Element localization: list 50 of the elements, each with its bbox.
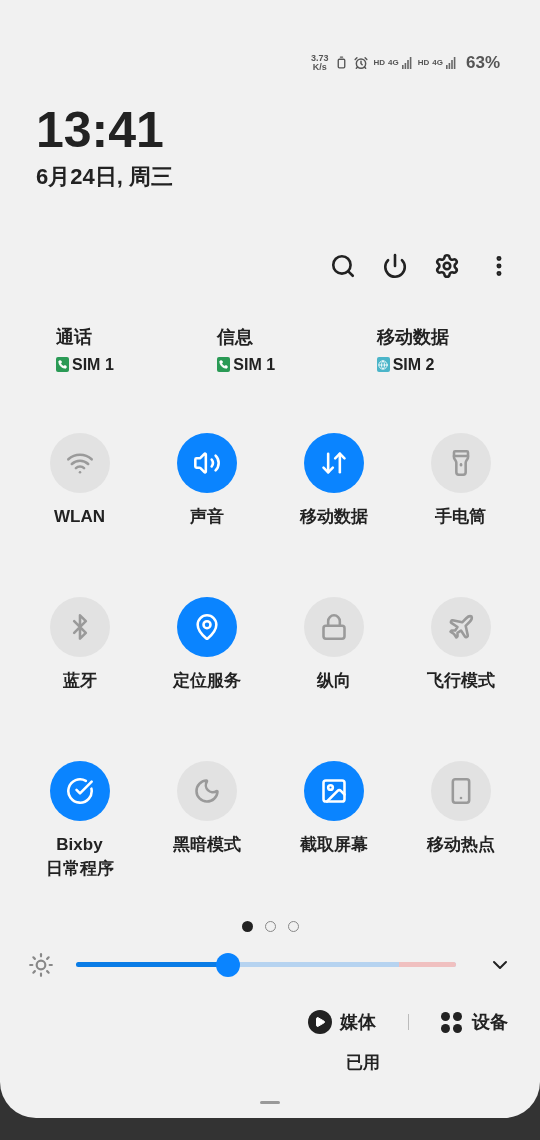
network-type: 4G: [432, 56, 443, 69]
toggle-label: 蓝牙: [62, 669, 97, 692]
toggle-label: Bixby 日常程序: [45, 833, 114, 880]
devices-button[interactable]: 设备: [441, 1008, 508, 1036]
play-icon: [308, 1010, 332, 1034]
brightness-thumb[interactable]: [216, 952, 240, 977]
airplane-icon: [446, 612, 475, 641]
network-type: 4G: [388, 56, 399, 69]
network-speed: 3.73: [310, 53, 329, 63]
network-speed-unit: K/s: [312, 62, 327, 72]
toggle-label: 纵向: [316, 669, 351, 692]
toggle-label: 移动热点: [426, 833, 495, 856]
alarm-icon: [353, 55, 368, 70]
toggle-label: 手电筒: [435, 505, 486, 528]
sim-label: SIM 1: [233, 354, 276, 375]
power-icon[interactable]: [382, 252, 408, 279]
hd-label: HD: [373, 56, 386, 69]
hd-label: HD: [417, 56, 430, 69]
globe-icon: [376, 357, 390, 372]
toggle-label: 定位服务: [172, 669, 241, 692]
signal-icon: [445, 56, 456, 69]
brightness-track[interactable]: [76, 952, 456, 977]
moon-icon: [192, 776, 221, 805]
image-icon: [319, 776, 348, 805]
clock-time: 13:41: [36, 101, 165, 158]
battery-percentage: 63%: [465, 52, 500, 74]
toggle-label: 截取屏幕: [299, 833, 368, 856]
settings-icon[interactable]: [434, 252, 460, 279]
sim-setting-title[interactable]: 通话: [56, 323, 92, 351]
sim-label: SIM 2: [392, 354, 435, 375]
toggle-label: 飞行模式: [426, 669, 495, 692]
lock-icon: [319, 612, 348, 641]
brightness-icon: [28, 951, 54, 978]
storage-usage: 已用: [346, 1051, 380, 1074]
toggle-label: 黑暗模式: [172, 833, 241, 856]
handle-bar[interactable]: [260, 1101, 280, 1104]
check-circle-icon: [65, 776, 94, 805]
phone-icon: [56, 357, 69, 372]
toggle-label: 声音: [189, 505, 224, 528]
search-icon[interactable]: [330, 252, 356, 279]
grid-icon: [441, 1011, 462, 1033]
sim-setting-title[interactable]: 移动数据: [376, 323, 449, 351]
sim-label: SIM 1: [72, 354, 114, 375]
media-button[interactable]: 媒体: [308, 1008, 376, 1036]
toggle-label: WLAN: [54, 505, 105, 528]
sim-setting-title[interactable]: 信息: [217, 323, 254, 351]
toggle-label: 移动数据: [299, 505, 368, 528]
date: 6月24日, 周三: [36, 162, 174, 191]
phone-icon: [217, 357, 231, 372]
signal-icon: [401, 56, 412, 69]
